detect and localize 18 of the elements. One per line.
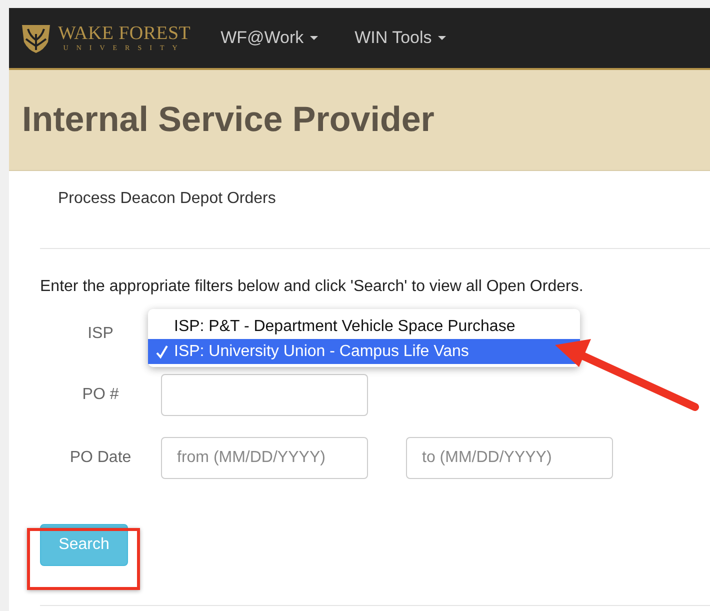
- nav-menu[interactable]: WIN Tools: [354, 28, 446, 48]
- to-date-field[interactable]: to (MM/DD/YYYY): [406, 437, 613, 479]
- po-number-label: PO #: [82, 386, 119, 404]
- po-number-field[interactable]: [161, 374, 368, 416]
- shield-logo-icon: [20, 22, 52, 54]
- isp-label: ISP: [88, 325, 114, 343]
- instructions-text: Enter the appropriate filters below and click 'Search' to view all Open Orders.: [40, 278, 584, 296]
- dropdown-option[interactable]: ISP: University Union - Campus Life Vans: [148, 339, 580, 364]
- page-title: Internal Service Provider: [22, 100, 434, 140]
- brand-name: WAKE FOREST: [58, 24, 191, 44]
- caret-icon: [310, 36, 318, 40]
- caret-icon: [438, 36, 446, 40]
- nav-menu[interactable]: WF@Work: [220, 28, 318, 48]
- section-heading: Process Deacon Depot Orders: [58, 190, 276, 207]
- from-date-field[interactable]: from (MM/DD/YYYY): [161, 437, 368, 479]
- po-date-label: PO Date: [70, 449, 132, 467]
- dropdown-option[interactable]: ISP: P&T - Department Vehicle Space Purchase: [148, 314, 580, 339]
- check-icon: [156, 344, 168, 358]
